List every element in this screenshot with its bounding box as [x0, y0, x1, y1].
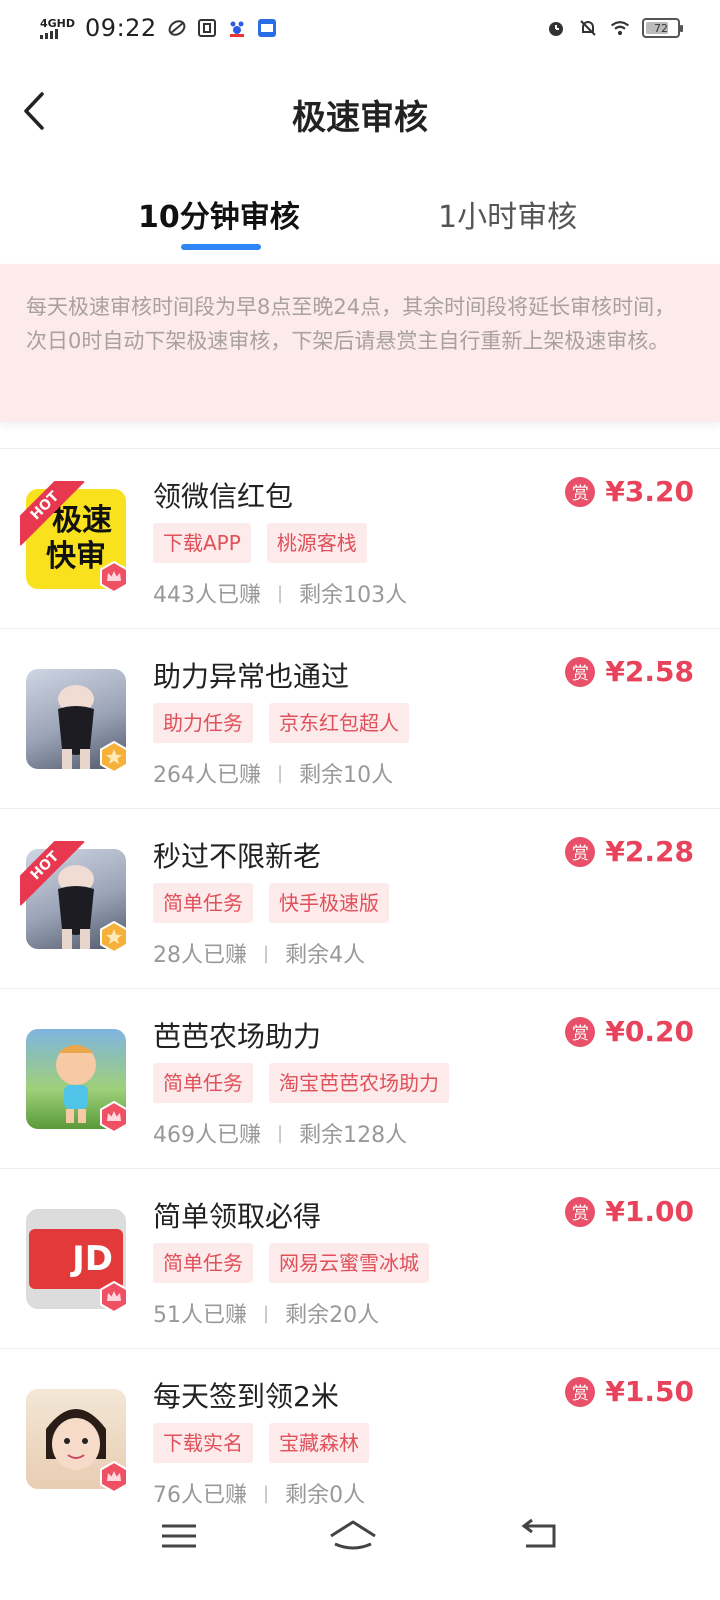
- task-item[interactable]: 芭芭农场助力 简单任务 淘宝芭芭农场助力 469人已赚 | 剩余128人 赏 ¥…: [0, 988, 720, 1168]
- task-title: 芭芭农场助力: [153, 1020, 322, 1053]
- crown-badge-icon: [100, 1461, 128, 1493]
- status-time: 09:22: [85, 14, 157, 42]
- earned-count: 28人已赚: [153, 943, 247, 968]
- star-badge-icon: [100, 741, 128, 773]
- crown-badge-icon: [100, 1281, 128, 1313]
- reward-icon: 赏: [565, 476, 596, 507]
- reward-icon: 赏: [565, 836, 596, 867]
- task-tag: 简单任务: [153, 883, 253, 923]
- system-nav-bar: [0, 1500, 720, 1600]
- task-tag: 淘宝芭芭农场助力: [269, 1063, 449, 1103]
- remaining-count: 剩余20人: [285, 1303, 380, 1328]
- back-nav-button[interactable]: [510, 1514, 570, 1558]
- remaining-count: 剩余128人: [299, 1123, 408, 1148]
- reward-icon: 赏: [565, 1016, 596, 1047]
- tab-bar: 10分钟审核 1小时审核: [0, 186, 720, 250]
- task-tag: 桃源客栈: [266, 523, 367, 563]
- task-item[interactable]: HOT 秒过不限新老 简单任务 快手极速版 28人已赚 | 剩余4人 赏 ¥2.…: [0, 808, 720, 988]
- task-item[interactable]: HOT 极速 快审 领微信红包 下载APP 桃源客栈 443人已赚 | 剩余10…: [0, 448, 720, 628]
- earned-count: 443人已赚: [153, 583, 261, 608]
- page-title: 极速审核: [292, 98, 428, 138]
- reward-price: ¥3.20: [605, 475, 694, 508]
- hot-badge: HOT: [20, 841, 90, 911]
- reward-price: ¥2.28: [605, 835, 694, 868]
- wifi-icon: [611, 21, 629, 36]
- crown-badge-icon: [100, 1101, 128, 1133]
- menu-icon: [162, 1524, 196, 1548]
- task-title: 秒过不限新老: [153, 840, 322, 873]
- notice-banner: 每天极速审核时间段为早8点至晚24点，其余时间段将延长审核时间，次日0时自动下架…: [0, 264, 720, 422]
- star-badge-icon: [100, 921, 128, 953]
- task-tag: 下载实名: [153, 1423, 253, 1463]
- signal-icon: 4GHD: [40, 18, 75, 39]
- home-icon: [330, 1520, 376, 1550]
- task-tag: 宝藏森林: [269, 1423, 369, 1463]
- task-tag: 网易云蜜雪冰城: [269, 1243, 429, 1283]
- task-title: 助力异常也通过: [153, 660, 350, 693]
- earned-count: 264人已赚: [153, 763, 261, 788]
- task-title: 每天签到领2米: [153, 1380, 339, 1413]
- task-tag: 京东红包超人: [269, 703, 409, 743]
- crown-badge-icon: [100, 561, 128, 593]
- leaf-icon: [168, 20, 186, 36]
- tab-1-hour-review[interactable]: 1小时审核: [438, 192, 577, 236]
- video-app-icon: [257, 19, 276, 37]
- home-button[interactable]: [323, 1514, 383, 1558]
- menu-button[interactable]: [150, 1514, 210, 1558]
- reward-icon: 赏: [565, 1196, 596, 1227]
- hot-badge: HOT: [20, 481, 90, 551]
- task-title: 领微信红包: [153, 480, 294, 513]
- return-icon: [521, 1518, 556, 1548]
- battery-icon: 72: [642, 18, 683, 38]
- active-tab-indicator: [181, 244, 261, 250]
- mute-bell-icon: [580, 20, 596, 36]
- reward-icon: 赏: [565, 656, 596, 687]
- task-tag: 简单任务: [153, 1063, 253, 1103]
- earned-count: 469人已赚: [153, 1123, 261, 1148]
- avatar-text: JD: [72, 1239, 113, 1279]
- network-type: 4GHD: [40, 16, 76, 30]
- battery-level: 72: [654, 21, 668, 35]
- baidu-icon: [229, 21, 244, 37]
- task-tag: 简单任务: [153, 1243, 253, 1283]
- remaining-count: 剩余4人: [285, 943, 366, 968]
- reward-price: ¥1.50: [605, 1375, 694, 1408]
- task-list: HOT 极速 快审 领微信红包 下载APP 桃源客栈 443人已赚 | 剩余10…: [0, 448, 720, 1528]
- tab-10-minute-review[interactable]: 10分钟审核: [138, 192, 300, 236]
- alarm-icon: [549, 22, 563, 36]
- earned-count: 51人已赚: [153, 1303, 247, 1328]
- task-tag: 助力任务: [153, 703, 253, 743]
- reward-price: ¥2.58: [605, 655, 694, 688]
- remaining-count: 剩余103人: [299, 583, 408, 608]
- reward-price: ¥1.00: [605, 1195, 694, 1228]
- task-tag: 下载APP: [153, 523, 251, 563]
- header: 极速审核: [0, 70, 720, 152]
- reward-icon: 赏: [565, 1376, 596, 1407]
- app-notification-icon: [197, 19, 216, 37]
- task-tag: 快手极速版: [269, 883, 389, 923]
- remaining-count: 剩余10人: [299, 763, 394, 788]
- task-item[interactable]: 助力异常也通过 助力任务 京东红包超人 264人已赚 | 剩余10人 赏 ¥2.…: [0, 628, 720, 808]
- reward-price: ¥0.20: [605, 1015, 694, 1048]
- task-title: 简单领取必得: [153, 1200, 322, 1233]
- task-item[interactable]: JD 简单领取必得 简单任务 网易云蜜雪冰城 51人已赚 | 剩余20人 赏 ¥…: [0, 1168, 720, 1348]
- status-bar: 4GHD 09:22 72: [0, 0, 720, 56]
